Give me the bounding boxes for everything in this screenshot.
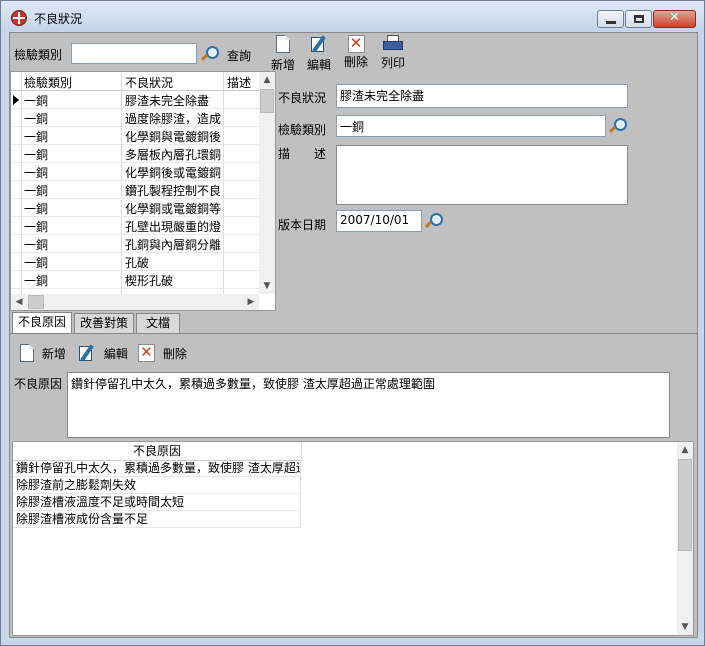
h-scroll-thumb[interactable]	[28, 295, 44, 309]
list-item[interactable]: 鑽針停留孔中太久，累積過多數量，致使膠 渣太厚超過	[13, 460, 301, 477]
close-icon: ✕	[669, 10, 680, 25]
scroll-down-icon[interactable]: ▼	[677, 619, 693, 635]
edit-button-label: 編輯	[306, 58, 331, 72]
list-item[interactable]: 除膠渣槽液成份含量不足	[13, 511, 301, 528]
scroll-up-icon[interactable]: ▲	[677, 442, 693, 458]
search-category-input[interactable]	[71, 43, 197, 64]
edit-icon	[310, 35, 328, 53]
list-item[interactable]: 除膠渣前之膨鬆劑失效	[13, 477, 301, 494]
status-label: 不良狀況	[278, 91, 327, 105]
window-title: 不良狀況	[34, 12, 83, 26]
tab-documents[interactable]: 文檔	[136, 313, 180, 333]
maximize-button[interactable]	[625, 10, 652, 28]
client-area: 檢驗類別 查詢 新增 編輯 ✕ 刪除 列印 檢驗類別 不良狀況 描述 一銅 膠渣…	[9, 32, 698, 638]
category-field[interactable]: 一銅	[336, 115, 606, 137]
title-bar[interactable]: 不良狀況 ✕	[1, 1, 704, 31]
close-button[interactable]: ✕	[653, 10, 696, 28]
maximize-icon	[634, 15, 644, 23]
edit-icon	[78, 344, 96, 362]
category-label: 檢驗類別	[278, 123, 327, 137]
scroll-right-icon[interactable]: ▶	[243, 294, 259, 310]
table-row[interactable]: 一銅 多層板內層孔環銅	[11, 144, 261, 163]
new-document-icon	[276, 35, 290, 53]
scroll-down-icon[interactable]: ▼	[259, 278, 275, 294]
scroll-left-icon[interactable]: ◀	[11, 294, 27, 310]
col-header-description[interactable]: 描述	[227, 74, 251, 91]
delete-button[interactable]: ✕ 刪除	[342, 35, 370, 70]
minimize-button[interactable]	[597, 10, 624, 28]
cause-field[interactable]: 鑽針停留孔中太久，累積過多數量，致使膠 渣太厚超過正常處理範圍	[67, 372, 670, 438]
sub-new-button[interactable]: 新增	[20, 344, 76, 362]
new-document-icon	[20, 344, 34, 362]
edit-button[interactable]: 編輯	[305, 35, 333, 73]
print-button-label: 列印	[380, 56, 405, 70]
sub-delete-button[interactable]: ✕ 刪除	[138, 344, 194, 362]
col-header-status[interactable]: 不良狀況	[125, 74, 173, 91]
date-lookup-icon[interactable]	[424, 212, 443, 230]
table-row[interactable]: 一銅 鑽孔製程控制不良	[11, 180, 261, 199]
col-header-category[interactable]: 檢驗類別	[24, 74, 72, 91]
sub-new-label: 新增	[41, 346, 66, 361]
cause-grid-header[interactable]: 不良原因	[13, 442, 302, 461]
table-row[interactable]: 一銅 楔形孔破	[11, 270, 261, 289]
table-row[interactable]: 一銅 孔壁出現嚴重的燈	[11, 216, 261, 235]
table-row[interactable]: 一銅 孔銅與內層銅分離	[11, 234, 261, 253]
minimize-icon	[606, 21, 616, 24]
table-row[interactable]: 一銅 膠渣未完全除盡	[11, 90, 261, 109]
scroll-up-icon[interactable]: ▲	[259, 72, 275, 88]
version-date-field[interactable]: 2007/10/01	[336, 210, 422, 232]
sub-edit-label: 編輯	[103, 346, 128, 361]
cause-list-grid[interactable]: 不良原因 鑽針停留孔中太久，累積過多數量，致使膠 渣太厚超過 除膠渣前之膨鬆劑失…	[12, 441, 694, 636]
table-row[interactable]: 一銅 化學銅或電鍍銅等	[11, 198, 261, 217]
delete-button-label: 刪除	[343, 55, 368, 69]
search-category-label: 檢驗類別	[14, 48, 63, 62]
delete-icon: ✕	[347, 35, 365, 53]
table-row[interactable]: 一銅 化學銅後或電鍍銅	[11, 162, 261, 181]
printer-icon	[383, 35, 403, 51]
tab-defect-cause[interactable]: 不良原因	[12, 312, 72, 334]
cause-label: 不良原因	[14, 377, 63, 391]
search-icon[interactable]	[200, 45, 219, 63]
list-item[interactable]: 除膠渣槽液溫度不足或時間太短	[13, 494, 301, 511]
sub-delete-label: 刪除	[162, 346, 187, 361]
new-button[interactable]: 新增	[269, 35, 297, 73]
sub-edit-button[interactable]: 編輯	[78, 344, 134, 362]
scroll-thumb[interactable]	[260, 89, 274, 113]
query-button[interactable]: 查詢	[227, 47, 251, 64]
table-row[interactable]: 一銅 過度除膠渣，造成	[11, 108, 261, 127]
tab-improvement[interactable]: 改善對策	[74, 313, 134, 333]
delete-icon: ✕	[138, 344, 155, 362]
defect-list-grid[interactable]: 檢驗類別 不良狀況 描述 一銅 膠渣未完全除盡 一銅 過度除膠渣，造成 一銅 化學銅與…	[10, 71, 276, 311]
version-date-label: 版本日期	[278, 218, 327, 232]
scroll-thumb[interactable]	[678, 459, 692, 551]
main-window: 不良狀況 ✕ 檢驗類別 查詢 新增 編輯 ✕ 刪除 列印 檢驗類別 不良狀況 描…	[0, 0, 705, 646]
print-button[interactable]: 列印	[379, 35, 407, 71]
description-label: 描 述	[278, 147, 327, 161]
table-row[interactable]: 一銅 孔破	[11, 252, 261, 271]
table-row[interactable]: 一銅 化學銅與電鍍銅後	[11, 126, 261, 145]
status-field[interactable]: 膠渣未完全除盡	[336, 84, 628, 108]
app-icon	[11, 10, 27, 26]
list-horizontal-scrollbar[interactable]: ◀ ▶	[11, 294, 259, 310]
cause-list-scrollbar[interactable]: ▲ ▼	[677, 442, 693, 635]
list-vertical-scrollbar[interactable]: ▲ ▼	[259, 72, 275, 294]
category-lookup-icon[interactable]	[608, 117, 627, 135]
description-field[interactable]	[336, 145, 628, 205]
